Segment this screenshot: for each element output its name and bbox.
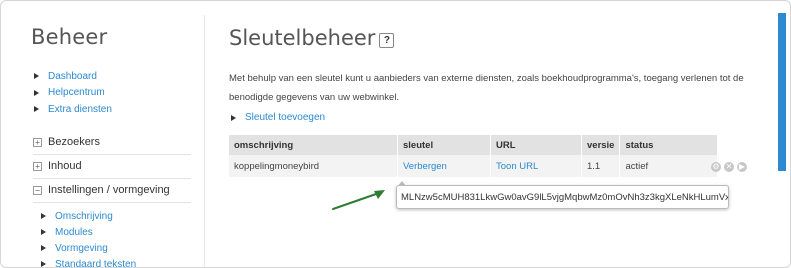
keys-table: omschrijving sleutel URL versie status k…	[229, 135, 719, 177]
show-url-link[interactable]: Toon URL	[490, 155, 582, 177]
sub-item-label: Standaard teksten	[55, 258, 137, 268]
triangle-right-icon	[34, 106, 39, 112]
cell-status: actief	[619, 155, 719, 177]
collapse-icon[interactable]: −	[33, 185, 42, 195]
sub-links: Omschrijving Modules Vormgeving Standaar…	[41, 208, 137, 268]
sidebar-item-helpcentrum[interactable]: Helpcentrum	[34, 85, 112, 101]
key-popup: MLNzw5cMUH831LkwGw0avG9lL5vjgMqbwMz0mOvN…	[396, 185, 729, 209]
sub-item-label: Omschrijving	[55, 210, 113, 222]
column-header-sleutel: sleutel	[397, 135, 491, 155]
column-header-omschrijving: omschrijving	[229, 135, 398, 155]
triangle-right-icon	[41, 213, 46, 219]
sub-item-modules[interactable]: Modules	[41, 224, 136, 240]
section-instellingen[interactable]: − Instellingen / vormgeving	[33, 178, 191, 203]
section-label: Instellingen / vormgeving	[48, 184, 170, 196]
triangle-right-icon	[231, 114, 236, 121]
column-header-status: status	[619, 135, 719, 155]
sub-item-omschrijving[interactable]: Omschrijving	[41, 208, 136, 224]
section-label: Bezoekers	[48, 136, 100, 148]
play-icon[interactable]: ▶	[737, 162, 747, 172]
sidebar-item-label: Helpcentrum	[48, 87, 105, 98]
delete-icon[interactable]: ✕	[724, 162, 734, 172]
triangle-right-icon	[41, 245, 46, 251]
hide-key-link[interactable]: Verbergen	[397, 155, 491, 177]
add-key-link[interactable]: Sleutel toevoegen	[231, 112, 325, 123]
expand-icon[interactable]: +	[33, 137, 42, 147]
sidebar-divider	[204, 15, 205, 267]
sub-item-vormgeving[interactable]: Vormgeving	[41, 240, 136, 256]
page-description: Met behulp van een sleutel kunt u aanbie…	[229, 73, 744, 103]
gear-icon[interactable]: ⚙	[711, 162, 721, 172]
sub-item-label: Modules	[55, 226, 93, 238]
sidebar-title: Beheer	[31, 25, 108, 49]
sub-item-standaard-teksten[interactable]: Standaard teksten	[41, 256, 137, 268]
expand-icon[interactable]: +	[33, 161, 42, 171]
window-frame: Beheer Dashboard Helpcentrum Extra diens…	[0, 0, 791, 268]
sidebar-links: Dashboard Helpcentrum Extra diensten	[34, 68, 112, 118]
cell-versie: 1.1	[581, 155, 621, 177]
row-actions: ⚙ ✕ ▶	[711, 162, 747, 172]
section-label: Inhoud	[48, 160, 82, 172]
triangle-right-icon	[41, 261, 46, 267]
page-title: Sleutelbeheer?	[229, 26, 395, 50]
sidebar-item-extra-diensten[interactable]: Extra diensten	[34, 101, 112, 117]
section-inhoud[interactable]: + Inhoud	[33, 154, 191, 179]
table-row: koppelingmoneybird Verbergen Toon URL 1.…	[229, 155, 719, 177]
triangle-right-icon	[41, 229, 46, 235]
sidebar: Beheer Dashboard Helpcentrum Extra diens…	[1, 1, 204, 268]
sub-item-label: Vormgeving	[55, 242, 108, 254]
column-header-url: URL	[490, 135, 582, 155]
section-bezoekers[interactable]: + Bezoekers	[33, 130, 191, 155]
scrollbar[interactable]	[778, 13, 786, 171]
triangle-right-icon	[34, 73, 39, 79]
sidebar-item-dashboard[interactable]: Dashboard	[34, 68, 112, 84]
table-header-row: omschrijving sleutel URL versie status	[229, 135, 719, 155]
column-header-versie: versie	[581, 135, 621, 155]
help-icon[interactable]: ?	[379, 33, 395, 48]
annotation-arrow-icon	[332, 190, 385, 210]
sidebar-item-label: Dashboard	[48, 70, 97, 82]
triangle-right-icon	[34, 89, 39, 96]
page-title-text: Sleutelbeheer	[229, 26, 376, 50]
cell-omschrijving: koppelingmoneybird	[229, 155, 398, 177]
sidebar-item-label: Extra diensten	[48, 103, 112, 115]
add-key-label: Sleutel toevoegen	[245, 112, 326, 123]
